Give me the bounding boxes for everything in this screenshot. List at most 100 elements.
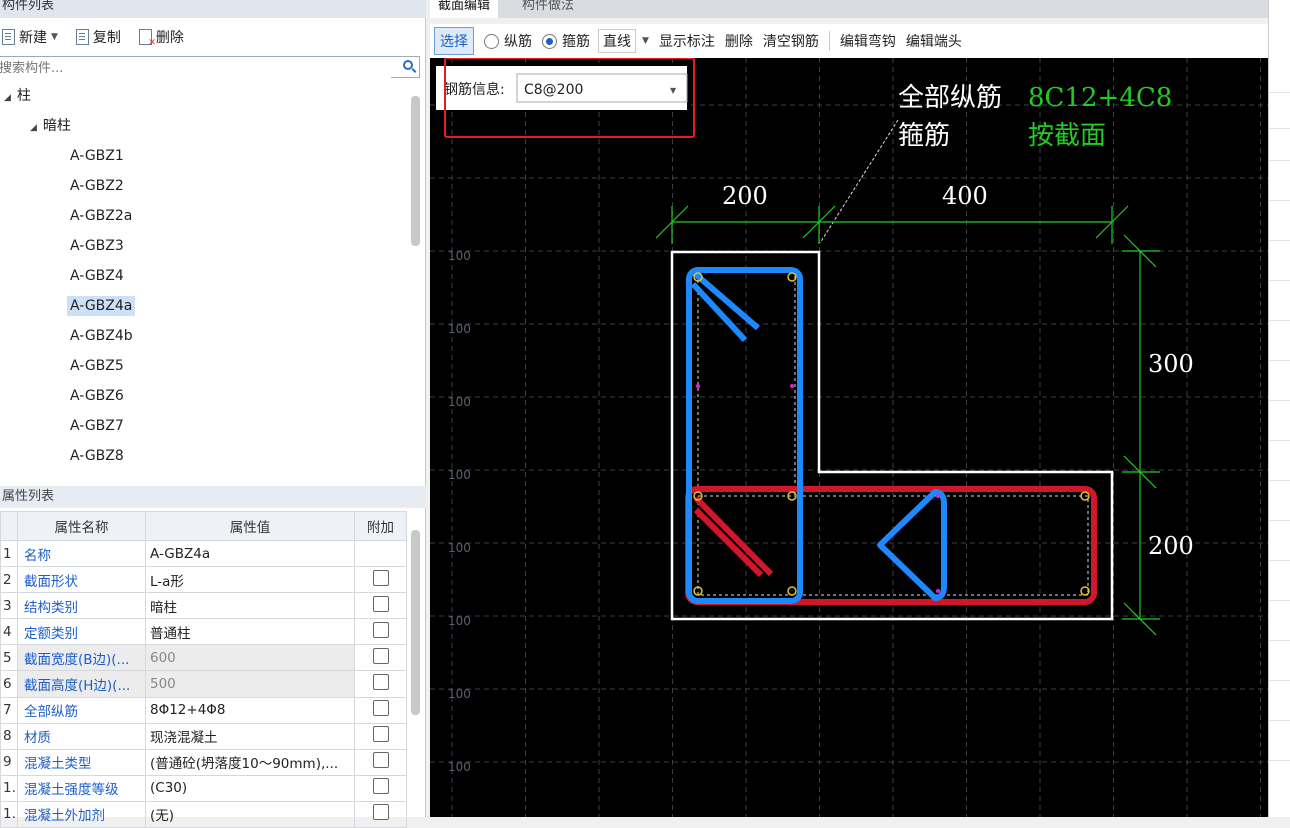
tab-component-method[interactable]: 构件做法 — [514, 0, 582, 18]
copy-button[interactable]: 复制 — [75, 27, 121, 47]
property-row[interactable]: 1 名称 A-GBZ4a — [0, 539, 407, 568]
stirrup-annotation-label: 箍筋 — [898, 121, 950, 151]
property-row[interactable]: 5 截面宽度(B边)(... 600 — [0, 644, 407, 672]
property-value[interactable]: A-GBZ4a — [145, 539, 355, 568]
extra-checkbox[interactable] — [372, 647, 389, 664]
tie-bar[interactable] — [877, 489, 947, 601]
extra-cell[interactable] — [354, 566, 407, 594]
property-row[interactable]: 7 全部纵筋 8Φ12+4Φ8 — [0, 696, 407, 724]
property-row[interactable]: 4 定额类别 普通柱 — [0, 618, 407, 646]
tree-leaf[interactable]: A-GBZ1 — [70, 144, 124, 168]
tree-leaf[interactable]: A-GBZ2a — [70, 204, 132, 228]
extra-cell[interactable] — [354, 670, 407, 698]
property-value[interactable]: 8Φ12+4Φ8 — [145, 696, 355, 724]
column-header-index — [0, 511, 18, 541]
rebar-info-value[interactable]: C8@200 — [524, 82, 583, 98]
clear-rebar-button[interactable]: 清空钢筋 — [763, 31, 819, 51]
extra-cell[interactable] — [354, 618, 407, 646]
property-value[interactable]: 普通柱 — [145, 618, 355, 646]
extra-cell[interactable] — [354, 774, 407, 802]
property-scrollbar[interactable] — [411, 530, 420, 715]
extra-checkbox[interactable] — [372, 778, 389, 795]
grid-label: 100 — [448, 614, 471, 628]
tree-leaf[interactable]: A-GBZ4 — [70, 264, 124, 288]
new-file-icon — [2, 29, 15, 45]
chevron-down-icon[interactable]: ▼ — [51, 32, 58, 42]
property-row[interactable]: 9 混凝土类型 (普通砼(坍落度10～90mm),... — [0, 748, 407, 776]
tree-leaf-selected[interactable]: A-GBZ4a — [67, 294, 136, 318]
property-value[interactable]: L-a形 — [145, 566, 355, 594]
property-row[interactable]: 6 截面高度(H边)(... 500 — [0, 670, 407, 698]
property-value[interactable]: (C30) — [145, 774, 355, 802]
collapse-triangle-icon[interactable]: ◢ — [4, 93, 11, 103]
extra-cell[interactable] — [354, 539, 407, 568]
delete-button[interactable]: 删除 — [138, 27, 184, 48]
tree-node-column[interactable]: ◢ 柱 — [4, 84, 31, 108]
tree-leaf[interactable]: A-GBZ4b — [70, 324, 133, 348]
property-value[interactable]: 600 — [145, 644, 355, 672]
property-value[interactable]: (普通砼(坍落度10～90mm),... — [145, 748, 355, 776]
section-drawing[interactable]: 100100100100100100100100100 钢筋信息: C8@200… — [430, 58, 1268, 817]
tab-section-edit[interactable]: 截面编辑 — [430, 0, 499, 18]
longitudinal-radio[interactable]: 纵筋 — [484, 31, 532, 51]
extra-checkbox[interactable] — [372, 726, 389, 743]
extra-checkbox[interactable] — [372, 752, 389, 769]
grid-label: 100 — [448, 395, 471, 409]
row-index: 5 — [0, 644, 18, 672]
collapse-triangle-icon[interactable]: ◢ — [30, 123, 37, 133]
horizontal-stirrup[interactable] — [685, 486, 1097, 605]
property-name: 截面宽度(B边)(... — [17, 644, 146, 672]
extra-cell[interactable] — [354, 644, 407, 672]
property-value[interactable]: 500 — [145, 670, 355, 698]
extra-cell[interactable] — [354, 592, 407, 620]
extra-cell[interactable] — [354, 722, 407, 750]
property-row[interactable]: 2 截面形状 L-a形 — [0, 566, 407, 594]
delete-rebar-button[interactable]: 删除 — [725, 31, 753, 51]
property-name: 材质 — [17, 722, 146, 750]
extra-checkbox[interactable] — [372, 674, 389, 691]
extra-checkbox[interactable] — [372, 804, 389, 821]
extra-checkbox[interactable] — [372, 700, 389, 717]
property-name: 截面形状 — [17, 566, 146, 594]
tree-leaf[interactable]: A-GBZ8 — [70, 444, 124, 464]
new-button[interactable]: 新建 ▼ — [2, 27, 58, 47]
column-header-name[interactable]: 属性名称 — [17, 511, 146, 541]
tree-scrollbar[interactable] — [411, 96, 420, 246]
extra-checkbox[interactable] — [372, 621, 389, 638]
property-row[interactable]: 3 结构类别 暗柱 — [0, 592, 407, 620]
tree-leaf[interactable]: A-GBZ3 — [70, 234, 124, 258]
extra-checkbox[interactable] — [372, 569, 389, 586]
stirrup-radio[interactable]: 箍筋 — [542, 31, 590, 51]
chevron-down-icon[interactable]: ▼ — [642, 36, 649, 46]
extra-cell[interactable] — [354, 748, 407, 776]
tree-leaf[interactable]: A-GBZ6 — [70, 384, 124, 408]
all-longitudinal-value: 8C12+4C8 — [1028, 83, 1172, 113]
property-name: 截面高度(H边)(... — [17, 670, 146, 698]
tree-leaf[interactable]: A-GBZ2 — [70, 174, 124, 198]
select-button[interactable]: 选择 — [434, 27, 474, 55]
edit-hook-button[interactable]: 编辑弯钩 — [840, 31, 896, 51]
tree-node-hidden-column[interactable]: ◢ 暗柱 — [30, 114, 71, 138]
extra-cell[interactable] — [354, 800, 407, 828]
search-input[interactable] — [0, 57, 391, 79]
property-value[interactable]: 暗柱 — [145, 592, 355, 620]
property-value[interactable]: (无) — [145, 800, 355, 828]
tree-leaf[interactable]: A-GBZ5 — [70, 354, 124, 378]
show-label-button[interactable]: 显示标注 — [659, 31, 715, 51]
property-table: 属性名称 属性值 附加 1 名称 A-GBZ4a 2 截面形状 L-a形 3 结构类别 暗柱 4 定… — [0, 511, 407, 828]
line-mode-select[interactable]: 直线 — [598, 29, 636, 53]
section-canvas[interactable]: 100100100100100100100100100 钢筋信息: C8@200… — [430, 58, 1268, 817]
column-header-value[interactable]: 属性值 — [145, 511, 355, 541]
stirrup-hook — [693, 495, 774, 577]
extra-cell[interactable] — [354, 696, 407, 724]
edit-end-button[interactable]: 编辑端头 — [906, 31, 962, 51]
extra-checkbox[interactable] — [372, 595, 389, 612]
property-row[interactable]: 11混凝土外加剂(无) — [0, 800, 407, 828]
property-value[interactable]: 现浇混凝土 — [145, 722, 355, 750]
column-header-extra[interactable]: 附加 — [354, 511, 407, 541]
property-row[interactable]: 8 材质 现浇混凝土 — [0, 722, 407, 750]
search-icon[interactable] — [403, 60, 413, 70]
chevron-down-icon[interactable]: ▼ — [670, 86, 677, 95]
property-row[interactable]: 10混凝土强度等级(C30) — [0, 774, 407, 802]
tree-leaf[interactable]: A-GBZ7 — [70, 414, 124, 438]
